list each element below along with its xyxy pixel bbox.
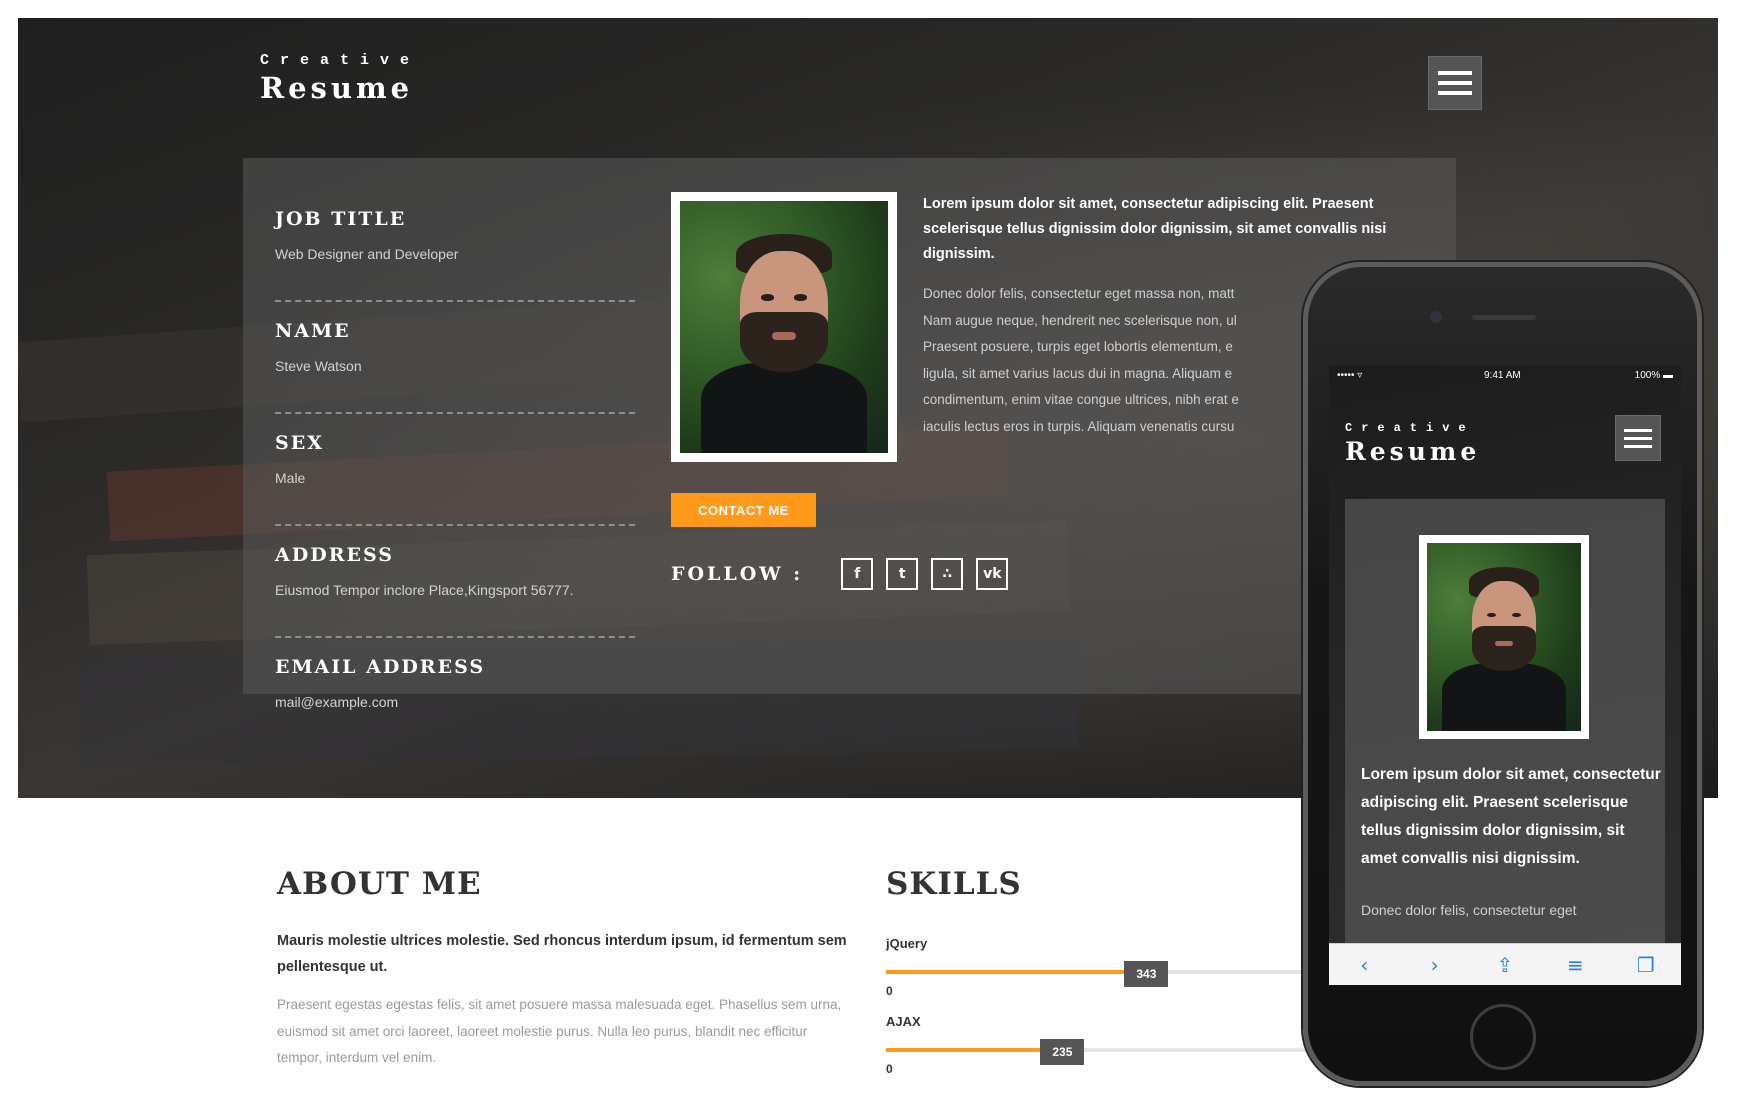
skill-ajax: AJAX 235 0 (886, 1014, 1306, 1084)
skill-slider-track[interactable]: 235 (886, 1039, 1306, 1065)
skill-jquery: jQuery 343 0 (886, 936, 1306, 1006)
logo-title: Resume (1345, 437, 1481, 466)
info-label: NAME (275, 320, 351, 342)
portrait-image (1427, 543, 1581, 731)
logo-title: Resume (260, 71, 414, 105)
phone-mockup: ••••• ▿ 9:41 AM 100% ▬ Creative Resume L… (1303, 262, 1702, 1086)
skill-slider-fill (886, 1048, 1063, 1052)
site-logo[interactable]: Creative Resume (260, 52, 420, 105)
facebook-icon[interactable]: f (841, 558, 874, 590)
phone-home-button[interactable] (1470, 1004, 1536, 1070)
status-bar: ••••• ▿ 9:41 AM 100% ▬ (1329, 365, 1681, 387)
phone-screen: ••••• ▿ 9:41 AM 100% ▬ Creative Resume L… (1329, 365, 1681, 985)
bookmarks-icon[interactable]: ≡ (1555, 953, 1595, 977)
info-value: Web Designer and Developer (275, 246, 459, 262)
profile-info-list: JOB TITLE Web Designer and Developer NAM… (275, 208, 635, 768)
menu-bar (1624, 436, 1652, 440)
info-label: JOB TITLE (275, 208, 407, 230)
info-job-title: JOB TITLE Web Designer and Developer (275, 208, 635, 302)
rss-icon[interactable]: ∴ (931, 558, 964, 590)
info-label: EMAIL ADDRESS (275, 656, 486, 678)
mobile-intro-lead: Lorem ipsum dolor sit amet, consectetur … (1361, 766, 1661, 867)
info-value: Male (275, 470, 306, 486)
skill-slider-fill (886, 970, 1147, 974)
info-label: SEX (275, 432, 324, 454)
phone-camera (1430, 311, 1442, 323)
skill-name: jQuery (886, 936, 928, 951)
twitter-icon[interactable]: t (886, 558, 919, 590)
signal-indicator: ••••• ▿ (1337, 370, 1363, 381)
skills-section: SKILLS jQuery 343 0 AJAX 235 0 (886, 866, 1306, 1076)
menu-bar (1438, 71, 1472, 75)
follow-label: FOLLOW : (671, 563, 804, 585)
battery-indicator: 100% ▬ (1634, 370, 1673, 381)
logo-tagline: Creative (1345, 421, 1475, 435)
menu-bar (1624, 428, 1652, 432)
contact-me-button[interactable]: CONTACT ME (671, 493, 816, 527)
browser-toolbar: ‹ › ⇪ ≡ ❐ (1329, 943, 1681, 985)
info-label: ADDRESS (275, 544, 394, 566)
forward-icon[interactable]: › (1415, 953, 1455, 977)
back-icon[interactable]: ‹ (1344, 953, 1384, 977)
skill-value-badge: 343 (1124, 961, 1169, 987)
menu-bar (1624, 444, 1652, 448)
phone-speaker (1472, 315, 1536, 320)
info-sex: SEX Male (275, 432, 635, 526)
profile-card: JOB TITLE Web Designer and Developer NAM… (243, 158, 1456, 710)
status-time: 9:41 AM (1484, 370, 1521, 381)
about-title: ABOUT ME (277, 866, 482, 902)
mobile-hamburger-menu-button[interactable] (1615, 415, 1661, 461)
mobile-profile-card: Lorem ipsum dolor sit amet, consectetur … (1345, 499, 1665, 985)
skill-name: AJAX (886, 1014, 921, 1029)
mobile-profile-photo (1419, 535, 1589, 739)
skill-min-label: 0 (886, 984, 893, 998)
about-body: Praesent egestas egestas felis, sit amet… (277, 997, 842, 1065)
mobile-site-logo[interactable]: Creative Resume (1345, 421, 1480, 466)
vk-icon[interactable]: vk (976, 558, 1009, 590)
tabs-icon[interactable]: ❐ (1626, 953, 1666, 977)
profile-photo (671, 192, 897, 462)
info-email: EMAIL ADDRESS mail@example.com (275, 656, 635, 750)
info-address: ADDRESS Eiusmod Tempor inclore Place,Kin… (275, 544, 635, 638)
info-value: Steve Watson (275, 358, 362, 374)
hamburger-menu-button[interactable] (1428, 56, 1482, 110)
info-name: NAME Steve Watson (275, 320, 635, 414)
skill-slider-track[interactable]: 343 (886, 961, 1306, 987)
share-icon[interactable]: ⇪ (1485, 953, 1525, 977)
logo-tagline: Creative (260, 52, 421, 69)
skill-min-label: 0 (886, 1062, 893, 1076)
about-section: ABOUT ME Mauris molestie ultrices molest… (277, 866, 847, 1072)
mobile-intro-body: Donec dolor felis, consectetur eget (1361, 902, 1577, 918)
skill-value-badge: 235 (1040, 1039, 1085, 1065)
portrait-image (680, 201, 888, 453)
info-value: Eiusmod Tempor inclore Place,Kingsport 5… (275, 582, 574, 598)
skills-title: SKILLS (886, 866, 1022, 902)
about-lead: Mauris molestie ultrices molestie. Sed r… (277, 933, 847, 975)
intro-lead: Lorem ipsum dolor sit amet, consectetur … (923, 196, 1387, 262)
follow-links: FOLLOW : f t ∴ vk (671, 558, 1021, 590)
menu-bar (1438, 81, 1472, 85)
info-value: mail@example.com (275, 694, 399, 710)
menu-bar (1438, 91, 1472, 95)
